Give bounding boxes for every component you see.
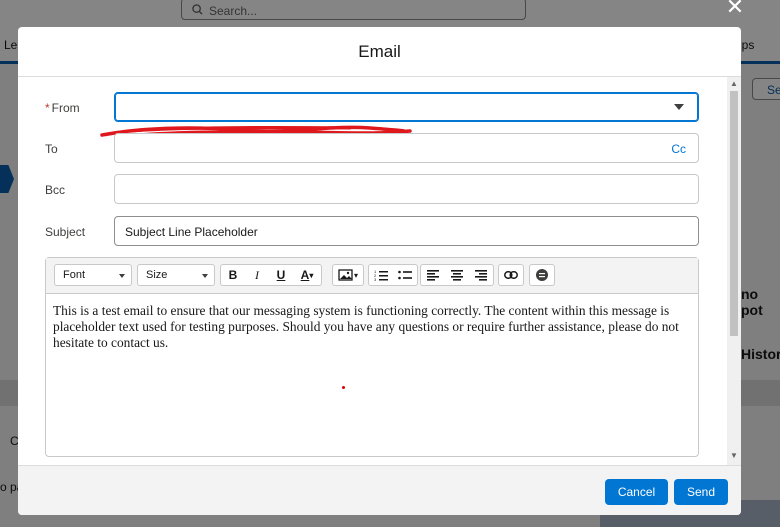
to-row: To Cc [18,133,718,165]
size-select[interactable]: Size [137,264,215,286]
scroll-up-icon[interactable]: ▲ [730,79,738,88]
image-group: ▾ [332,264,364,286]
subject-label: Subject [45,225,86,239]
modal-body: * From To Cc Bcc Subject Subject Line Pla… [18,77,729,465]
align-right-icon[interactable] [469,265,493,285]
rich-text-editor: Font Size B I U A ▾ ▾ 1 2 3 This is a te… [45,257,699,457]
chevron-down-icon [119,274,125,278]
svg-text:3: 3 [374,277,377,281]
scroll-down-icon[interactable]: ▼ [730,451,738,460]
link-icon[interactable] [499,265,523,285]
to-field[interactable]: Cc [114,133,699,163]
from-row: * From [18,92,718,124]
chevron-down-icon [674,104,684,110]
bcc-field[interactable] [114,174,699,204]
cc-link[interactable]: Cc [671,142,686,156]
chevron-down-icon [202,274,208,278]
merge-field-icon[interactable] [530,265,554,285]
text-color-icon[interactable]: A ▾ [293,265,321,285]
required-mark: * [45,101,50,115]
close-icon[interactable]: ✕ [724,0,746,18]
format-group: B I U A ▾ [220,264,322,286]
align-center-icon[interactable] [445,265,469,285]
editor-toolbar: Font Size B I U A ▾ ▾ 1 2 3 [46,258,698,294]
font-select[interactable]: Font [54,264,132,286]
align-left-icon[interactable] [421,265,445,285]
to-label: To [45,142,58,156]
merge-group [529,264,555,286]
image-icon[interactable]: ▾ [333,265,363,285]
align-group [420,264,494,286]
send-button[interactable]: Send [674,479,728,505]
email-modal: Email * From To Cc Bcc Subject Subject L… [18,27,741,515]
numbered-list-icon[interactable]: 123 [369,265,393,285]
underline-icon[interactable]: U [269,265,293,285]
cancel-button[interactable]: Cancel [605,479,668,505]
scrollbar-thumb[interactable] [730,91,738,336]
bcc-label: Bcc [45,183,66,197]
subject-field[interactable]: Subject Line Placeholder [114,216,699,246]
email-body-text[interactable]: This is a test email to ensure that our … [46,294,698,360]
bold-icon[interactable]: B [221,265,245,285]
from-label: * From [45,101,80,115]
modal-title: Email [358,41,401,61]
bcc-row: Bcc [18,174,718,206]
modal-header: Email [18,27,741,77]
link-group [498,264,524,286]
red-dot [342,386,345,389]
modal-scrollbar[interactable]: ▲ ▼ [727,77,741,465]
list-group: 123 [368,264,418,286]
subject-value: Subject Line Placeholder [125,225,258,239]
subject-row: Subject Subject Line Placeholder [18,216,718,248]
italic-icon[interactable]: I [245,265,269,285]
modal-footer: Cancel Send [18,465,741,515]
from-select[interactable] [114,92,699,122]
bulleted-list-icon[interactable] [393,265,417,285]
